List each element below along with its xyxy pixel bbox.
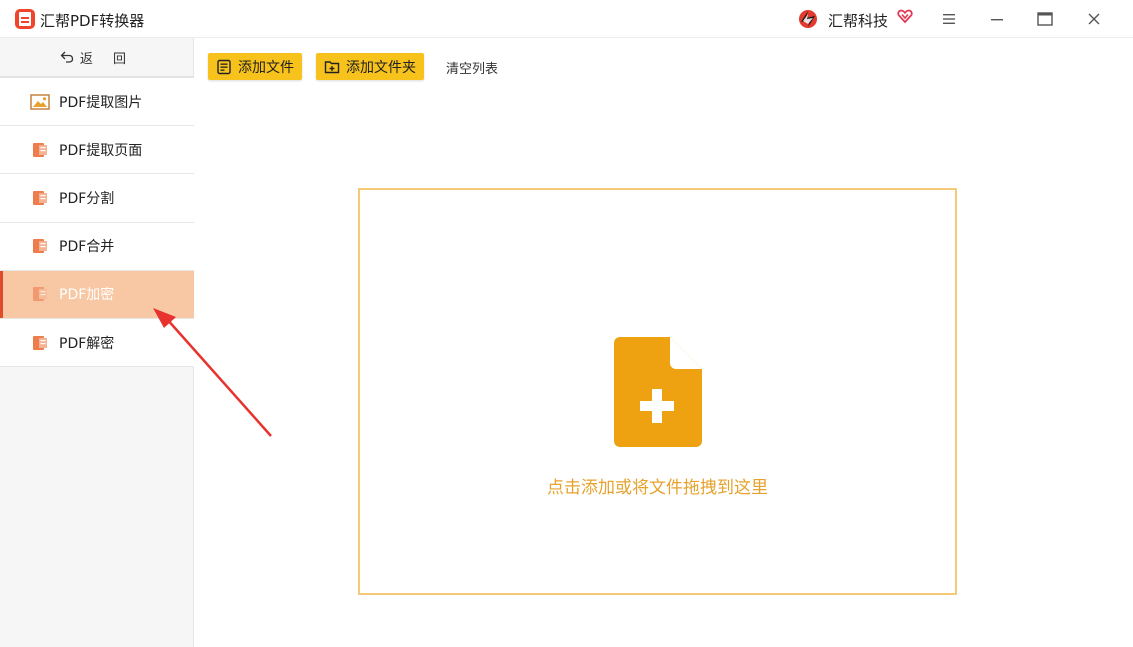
sidebar-item-label: PDF解密	[59, 335, 115, 352]
close-button[interactable]	[1081, 6, 1107, 32]
back-arrow-icon	[60, 51, 74, 63]
menu-icon	[943, 14, 955, 24]
sidebar-item-pdf-extract-pages[interactable]: PDF提取页面	[0, 126, 194, 175]
sidebar-item-label: PDF分割	[59, 190, 115, 207]
file-drop-zone[interactable]: 点击添加或将文件拖拽到这里	[358, 188, 957, 595]
pdf-doc-icon	[33, 335, 47, 350]
sidebar-item-label: PDF合并	[59, 239, 115, 256]
app-window: 汇帮PDF转换器 汇帮科技 返 回 PDF提取图片 PDF提取页面 PDF分割 …	[0, 0, 1133, 647]
pdf-doc-icon	[33, 287, 47, 302]
clear-list-button[interactable]: 清空列表	[446, 58, 498, 77]
vip-heart-icon[interactable]	[897, 8, 913, 24]
add-folder-button[interactable]: 添加文件夹	[316, 53, 424, 80]
add-file-label: 添加文件	[238, 59, 294, 76]
close-icon	[1088, 13, 1100, 25]
minimize-icon	[991, 19, 1003, 21]
add-folder-icon	[324, 60, 340, 73]
sidebar-item-label: PDF提取页面	[59, 142, 143, 159]
image-icon	[30, 93, 50, 110]
app-title: 汇帮PDF转换器	[40, 12, 145, 30]
add-file-button[interactable]: 添加文件	[208, 53, 302, 80]
sidebar-item-pdf-merge[interactable]: PDF合并	[0, 223, 194, 271]
maximize-button[interactable]	[1032, 6, 1058, 32]
back-label: 返 回	[79, 51, 135, 67]
pdf-doc-icon	[33, 142, 47, 157]
add-file-icon	[614, 337, 702, 447]
drop-hint-text: 点击添加或将文件拖拽到这里	[547, 478, 768, 498]
add-folder-label: 添加文件夹	[346, 59, 416, 76]
menu-button[interactable]	[936, 6, 962, 32]
minimize-button[interactable]	[984, 6, 1010, 32]
title-bar: 汇帮PDF转换器 汇帮科技	[0, 0, 1133, 38]
sidebar-item-label: PDF提取图片	[59, 94, 143, 111]
sidebar-item-pdf-decrypt[interactable]: PDF解密	[0, 319, 194, 368]
file-list-icon	[217, 59, 231, 74]
sidebar-item-pdf-extract-images[interactable]: PDF提取图片	[0, 78, 194, 127]
sidebar-item-label: PDF加密	[59, 287, 115, 304]
back-button[interactable]: 返 回	[0, 38, 194, 78]
brand-name: 汇帮科技	[828, 12, 889, 30]
sidebar-item-pdf-encrypt[interactable]: PDF加密	[0, 270, 194, 319]
toolbar: 添加文件 添加文件夹 清空列表	[194, 38, 1133, 94]
pdf-doc-icon	[33, 239, 47, 254]
maximize-icon	[1037, 12, 1053, 26]
sidebar-item-pdf-split[interactable]: PDF分割	[0, 174, 194, 223]
brand-logo-icon	[799, 10, 817, 28]
sidebar: 返 回 PDF提取图片 PDF提取页面 PDF分割 PDF合并 PDF加密 PD…	[0, 38, 194, 647]
nav-list: PDF提取图片 PDF提取页面 PDF分割 PDF合并 PDF加密 PDF解密	[0, 78, 194, 368]
app-logo-icon	[15, 9, 35, 29]
pdf-doc-icon	[33, 190, 47, 205]
